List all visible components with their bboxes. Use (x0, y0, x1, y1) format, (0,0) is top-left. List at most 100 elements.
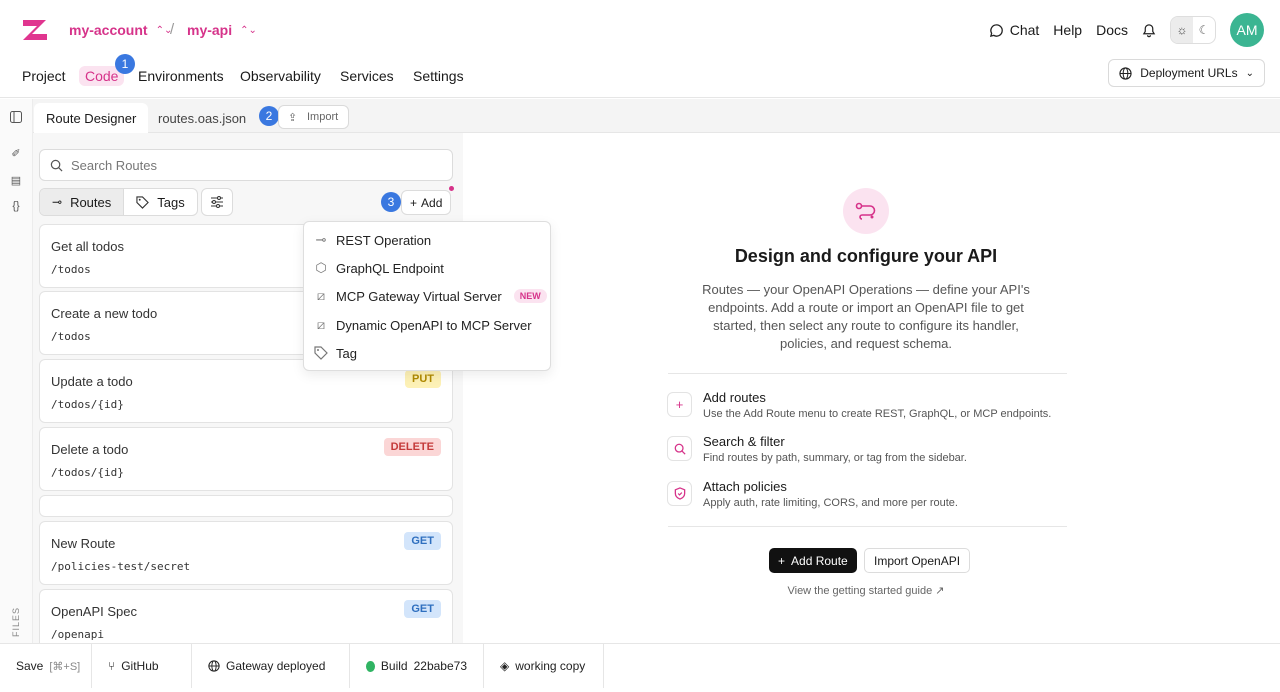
route-path: /todos/{id} (51, 398, 124, 411)
api-switcher[interactable]: my-api ⌃⌄ (187, 22, 257, 38)
github-button[interactable]: ⑂ GitHub (92, 644, 192, 688)
method-badge-get: GET (404, 532, 441, 550)
nav-services[interactable]: Services (334, 66, 400, 86)
menu-item-graphql-endpoint[interactable]: ⬡ GraphQL Endpoint (314, 258, 444, 278)
account-switcher[interactable]: my-account ⌃⌄ (69, 22, 172, 38)
layers-icon: ◈ (500, 659, 510, 673)
user-avatar[interactable]: AM (1230, 13, 1264, 47)
menu-item-dynamic-openapi-mcp[interactable]: ⧄ Dynamic OpenAPI to MCP Server (314, 315, 532, 335)
menu-item-rest-operation[interactable]: ⊸ REST Operation (314, 230, 432, 250)
status-bar: Save [⌘+S] ⑂ GitHub Gateway deployed Bui… (0, 643, 1280, 692)
feature-title: Attach policies (703, 479, 787, 494)
globe-icon (1119, 66, 1132, 80)
route-card[interactable]: New Route GET /policies-test/secret (39, 521, 453, 585)
editor-tabs: Route Designer routes.oas.json 2 ⇪ Impor… (33, 99, 1280, 133)
bell-icon[interactable] (1142, 23, 1156, 38)
deployment-urls-button[interactable]: Deployment URLs ⌄ (1108, 59, 1265, 87)
api-name: my-api (187, 22, 233, 38)
plus-icon: + (410, 195, 418, 210)
plus-icon: + (667, 392, 692, 417)
main-nav: Project Code 1 Environments Observabilit… (0, 54, 1280, 98)
upload-icon: ⇪ (288, 111, 298, 124)
menu-item-tag[interactable]: Tag (314, 343, 357, 363)
getting-started-link[interactable]: View the getting started guide ↗ (666, 584, 1066, 597)
gateway-label: Gateway deployed (226, 659, 326, 673)
braces-icon[interactable]: {} (9, 199, 23, 213)
import-openapi-button[interactable]: Import OpenAPI (864, 548, 971, 573)
chat-bubble-icon (989, 23, 1003, 37)
route-icon: ⊸ (52, 195, 63, 209)
docs-link[interactable]: Docs (1096, 22, 1128, 38)
nav-environments[interactable]: Environments (132, 66, 230, 86)
mcp-icon: ⧄ (316, 317, 326, 332)
add-dropdown-menu: ⊸ REST Operation ⬡ GraphQL Endpoint ⧄ MC… (303, 221, 551, 371)
route-title: New Route (51, 536, 116, 551)
search-input[interactable] (71, 157, 431, 173)
page-description: Routes — your OpenAPI Operations — defin… (702, 282, 1030, 351)
method-badge-get: GET (404, 600, 441, 618)
theme-toggle[interactable]: ☼ ☾ (1170, 16, 1216, 44)
tab-route-designer[interactable]: Route Designer (34, 103, 149, 133)
tab-routes-oas-json[interactable]: routes.oas.json (146, 103, 258, 133)
panel-toggle-icon[interactable] (9, 110, 23, 124)
account-name: my-account (69, 22, 148, 38)
route-designer-icon[interactable]: ✐ (9, 146, 23, 160)
sliders-icon (211, 196, 223, 208)
feature-desc: Find routes by path, summary, or tag fro… (703, 452, 967, 464)
route-icon: ⊸ (315, 232, 327, 247)
filter-button[interactable] (201, 188, 233, 216)
build-status[interactable]: Build 22babe73 (350, 644, 484, 688)
feature-desc: Use the Add Route menu to create REST, G… (703, 408, 1052, 420)
feature-title: Add routes (703, 390, 766, 405)
moon-icon[interactable]: ☾ (1193, 17, 1215, 43)
top-header: my-account ⌃⌄ / my-api ⌃⌄ Chat Help Docs… (0, 0, 1280, 60)
chat-button[interactable]: Chat (989, 22, 1039, 38)
route-title: Delete a todo (51, 442, 129, 457)
search-routes[interactable] (39, 149, 453, 181)
routes-toggle[interactable]: ⊸ Routes (40, 189, 124, 215)
add-route-button[interactable]: + Add Route (769, 548, 857, 573)
nav-observability[interactable]: Observability (234, 66, 327, 86)
nav-project[interactable]: Project (16, 66, 72, 86)
feature-search-filter: Search & filter Find routes by path, sum… (667, 434, 1067, 474)
route-card[interactable]: Delete a todo DELETE /todos/{id} (39, 427, 453, 491)
import-button[interactable]: ⇪ Import (278, 105, 350, 129)
build-label: Build (380, 659, 408, 673)
route-title: Update a todo (51, 374, 133, 389)
method-badge-delete: DELETE (383, 438, 441, 456)
add-button[interactable]: + Add (401, 190, 452, 215)
git-branch-icon: ⑂ (108, 659, 116, 673)
tag-icon (136, 195, 150, 209)
external-link-icon: ↗ (935, 585, 945, 597)
tags-toggle[interactable]: Tags (123, 189, 196, 215)
shield-icon (667, 481, 692, 506)
route-path: /policies-test/secret (51, 560, 191, 573)
route-path: /todos (51, 330, 91, 343)
import-label: Import (307, 111, 339, 123)
routes-sidebar: ⊸ Routes Tags 3 + Add Get all todos /tod… (33, 133, 463, 643)
notification-dot (449, 186, 454, 191)
route-card[interactable]: OpenAPI Spec GET /openapi (39, 589, 453, 643)
build-id: 22babe73 (413, 659, 467, 673)
add-route-label: Add Route (791, 553, 848, 568)
feature-attach-policies: Attach policies Apply auth, rate limitin… (667, 479, 1067, 519)
files-rail-label[interactable]: FILES (11, 607, 21, 637)
gateway-status[interactable]: Gateway deployed (192, 644, 350, 688)
menu-item-label: MCP Gateway Virtual Server (336, 288, 502, 304)
nav-settings[interactable]: Settings (407, 66, 470, 86)
divider (668, 526, 1067, 527)
route-title: Create a new todo (51, 306, 158, 321)
save-shortcut: [⌘+S] (49, 660, 81, 673)
menu-item-mcp-gateway[interactable]: ⧄ MCP Gateway Virtual Server NEW (314, 286, 547, 306)
zuplo-logo-icon[interactable] (20, 16, 50, 44)
tag-icon (314, 346, 328, 360)
save-button[interactable]: Save [⌘+S] (0, 644, 92, 688)
sun-icon[interactable]: ☼ (1171, 17, 1193, 43)
breadcrumb-separator: / (170, 21, 175, 38)
file-icon[interactable]: ▤ (9, 173, 23, 187)
mcp-icon: ⧄ (316, 288, 326, 303)
feature-add-routes: + Add routes Use the Add Route menu to c… (667, 390, 1067, 430)
build-success-icon (366, 660, 375, 672)
help-link[interactable]: Help (1053, 22, 1082, 38)
working-copy-status[interactable]: ◈ working copy (484, 644, 604, 688)
